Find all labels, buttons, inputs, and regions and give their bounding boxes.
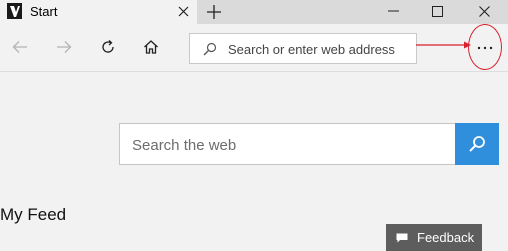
- maximize-icon[interactable]: [415, 0, 459, 22]
- annotation-arrow: [416, 41, 471, 49]
- tab-title: Start: [30, 4, 58, 19]
- back-button[interactable]: [7, 34, 33, 60]
- arrow-left-icon: [12, 41, 27, 53]
- feedback-label: Feedback: [417, 230, 475, 245]
- new-tab-icon[interactable]: [203, 1, 225, 22]
- web-search-box[interactable]: [119, 123, 455, 165]
- annotation-circle: [468, 24, 502, 70]
- edge-favicon-icon: [7, 3, 22, 19]
- refresh-icon: [102, 40, 114, 53]
- address-bar[interactable]: [189, 33, 417, 64]
- web-search-input[interactable]: [132, 134, 442, 156]
- home-icon: [144, 40, 158, 54]
- search-icon: [469, 136, 485, 152]
- my-feed-heading: My Feed: [0, 205, 67, 224]
- feedback-button[interactable]: Feedback: [386, 224, 482, 251]
- close-icon[interactable]: [462, 0, 506, 22]
- refresh-button[interactable]: [95, 34, 121, 60]
- arrow-right-icon: [57, 41, 72, 53]
- search-button[interactable]: [455, 123, 499, 165]
- search-icon: [203, 42, 217, 56]
- tab-close-icon[interactable]: [172, 1, 194, 21]
- title-bar: Start: [0, 0, 508, 24]
- address-input[interactable]: [228, 39, 412, 59]
- feedback-icon: [396, 233, 408, 243]
- forward-button[interactable]: [51, 34, 77, 60]
- minimize-icon[interactable]: [371, 0, 415, 22]
- home-button[interactable]: [138, 34, 164, 60]
- tab-start[interactable]: Start: [0, 0, 197, 24]
